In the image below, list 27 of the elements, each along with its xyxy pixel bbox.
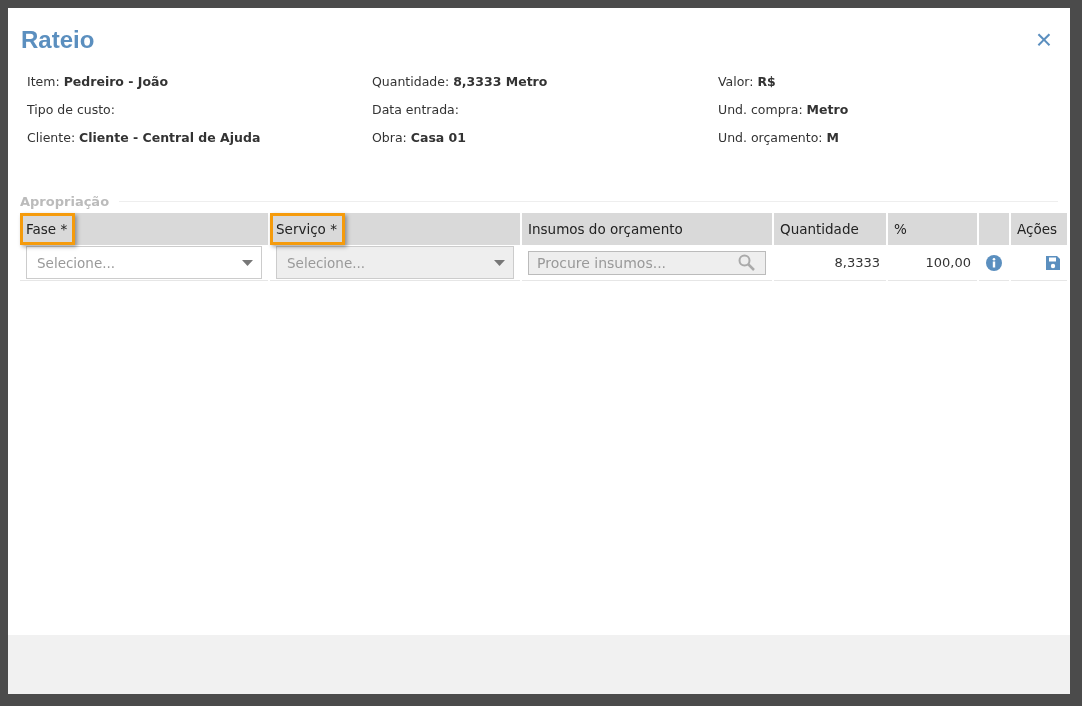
table-cell: 100,00	[925, 255, 971, 270]
table-cell: 8,3333	[834, 255, 880, 270]
column-header: Ações	[1011, 213, 1067, 245]
detail-text: Tipo de custo:	[27, 102, 116, 117]
search-icon	[738, 254, 755, 271]
detail-text: Und. compra: Metro	[718, 102, 850, 117]
column-header: Fase *	[20, 213, 76, 245]
select-field[interactable]: Selecione...	[26, 246, 262, 279]
caret-icon	[494, 259, 505, 266]
column-header: Serviço *	[270, 213, 345, 245]
caret-icon	[242, 259, 253, 266]
detail-text: Cliente: Cliente - Central de Ajuda	[27, 130, 262, 145]
detail-text: Valor: R$	[718, 74, 777, 89]
save-icon[interactable]	[1045, 254, 1061, 271]
column-header: %	[888, 213, 977, 245]
dialog-title: Rateio	[21, 26, 95, 54]
detail-text: Quantidade: 8,3333 Metro	[372, 74, 549, 89]
search-field[interactable]: Procure insumos...	[528, 250, 766, 275]
detail-text: Data entrada:	[372, 102, 460, 117]
detail-text: Und. orçamento: M	[718, 130, 840, 145]
info-icon[interactable]	[986, 254, 1002, 271]
section-title: Apropriação	[20, 194, 110, 209]
column-header: Insumos do orçamento	[522, 213, 772, 245]
detail-text: Obra: Casa 01	[372, 130, 467, 145]
close-button[interactable]: ×	[1031, 26, 1056, 54]
detail-text: Item: Pedreiro - João	[27, 74, 170, 89]
column-header: Quantidade	[774, 213, 886, 245]
